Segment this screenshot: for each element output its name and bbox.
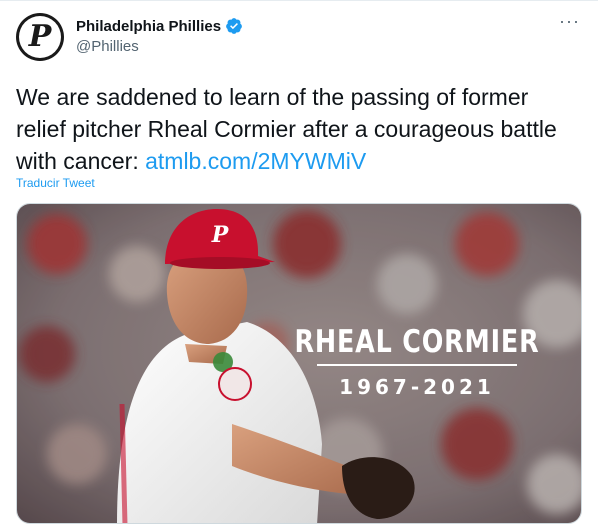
display-name[interactable]: Philadelphia Phillies bbox=[76, 17, 243, 35]
profile-avatar[interactable]: P bbox=[16, 13, 64, 61]
display-name-text: Philadelphia Phillies bbox=[76, 17, 222, 35]
tweet-card[interactable]: P Philadelphia Phillies @Phillies ··· We… bbox=[0, 0, 598, 524]
phillies-logo-icon: P bbox=[28, 19, 52, 54]
overlay-divider bbox=[317, 364, 517, 366]
tweet-link[interactable]: atmlb.com/2MYWMiV bbox=[145, 148, 366, 174]
account-handle[interactable]: @Phillies bbox=[76, 38, 139, 55]
tweet-text: We are saddened to learn of the passing … bbox=[16, 81, 576, 177]
cap-logo: P bbox=[211, 222, 230, 248]
overlay-years: 1967-2021 bbox=[339, 375, 495, 399]
more-options-icon[interactable]: ··· bbox=[559, 11, 580, 32]
verified-badge-icon bbox=[226, 18, 242, 34]
sleeve-patch-icon bbox=[218, 367, 252, 401]
memorial-photo: P RHEAL CORMIER 1967-2021 bbox=[17, 204, 581, 523]
translate-tweet-link[interactable]: Traducir Tweet bbox=[16, 176, 95, 190]
overlay-name: RHEAL CORMIER bbox=[295, 324, 540, 360]
tweet-media-image[interactable]: P RHEAL CORMIER 1967-2021 bbox=[16, 203, 582, 524]
